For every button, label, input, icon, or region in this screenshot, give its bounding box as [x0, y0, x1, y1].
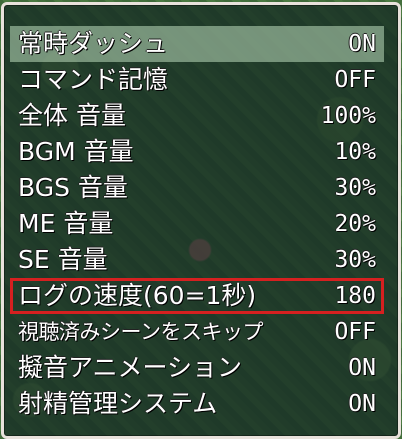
option-bgs-volume[interactable]: BGS 音量 30% — [10, 170, 384, 206]
option-label: コマンド記憶 — [18, 65, 169, 94]
option-value: ON — [348, 31, 376, 57]
option-management-system[interactable]: 射精管理システム ON — [10, 386, 384, 422]
option-value: 30% — [334, 247, 376, 273]
option-label: 常時ダッシュ — [18, 29, 169, 58]
option-value: 100% — [320, 103, 376, 129]
option-value: OFF — [334, 319, 376, 345]
options-window: 常時ダッシュ ON コマンド記憶 OFF 全体 音量 100% BGM 音量 1… — [1, 2, 401, 439]
option-label: BGS 音量 — [18, 173, 128, 202]
option-se-volume[interactable]: SE 音量 30% — [10, 242, 384, 278]
option-value: 20% — [334, 211, 376, 237]
option-value: 10% — [334, 139, 376, 165]
option-skip-viewed-scenes[interactable]: 視聴済みシーンをスキップ OFF — [10, 314, 384, 350]
option-log-speed[interactable]: ログの速度(60=1秒) 180 — [10, 278, 384, 314]
option-label: 擬音アニメーション — [18, 353, 243, 382]
option-value: 180 — [334, 283, 376, 309]
option-me-volume[interactable]: ME 音量 20% — [10, 206, 384, 242]
option-label: ログの速度(60=1秒) — [18, 281, 257, 310]
option-label: 全体 音量 — [18, 101, 126, 130]
option-value: ON — [348, 355, 376, 381]
option-label: SE 音量 — [18, 245, 108, 274]
option-label: BGM 音量 — [18, 137, 134, 166]
option-command-remember[interactable]: コマンド記憶 OFF — [10, 62, 384, 98]
option-bgm-volume[interactable]: BGM 音量 10% — [10, 134, 384, 170]
option-label: 射精管理システム — [18, 389, 218, 418]
option-value: ON — [348, 391, 376, 417]
option-label: ME 音量 — [18, 209, 114, 238]
option-value: 30% — [334, 175, 376, 201]
option-master-volume[interactable]: 全体 音量 100% — [10, 98, 384, 134]
option-label: 視聴済みシーンをスキップ — [18, 320, 263, 344]
option-always-dash[interactable]: 常時ダッシュ ON — [10, 26, 384, 62]
option-value: OFF — [334, 67, 376, 93]
option-onomatopoeia-animation[interactable]: 擬音アニメーション ON — [10, 350, 384, 386]
